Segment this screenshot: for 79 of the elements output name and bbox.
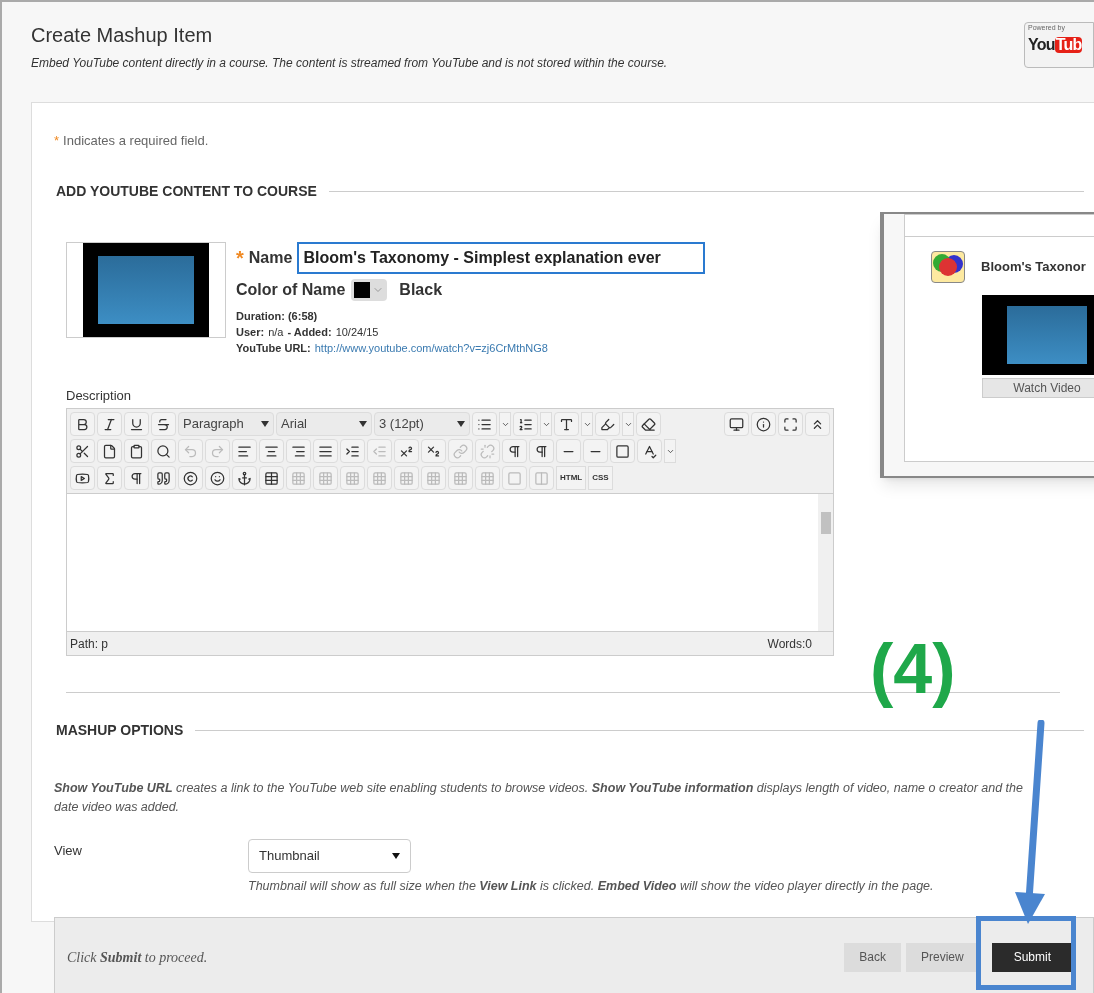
youtube-icon[interactable]: [70, 466, 95, 490]
required-mark: *: [54, 132, 60, 150]
caret-icon: [457, 421, 465, 427]
scrollbar[interactable]: [818, 494, 833, 631]
preview-title: Bloom's Taxonor: [981, 257, 1086, 276]
formula-icon[interactable]: [97, 466, 122, 490]
paste-icon[interactable]: [124, 439, 149, 463]
caret-icon: [359, 421, 367, 427]
format-select[interactable]: Paragraph: [178, 412, 274, 436]
view-label: View: [54, 842, 83, 860]
submit-note: Click Submit to proceed.: [67, 948, 208, 967]
name-label: Name: [248, 247, 293, 268]
youtube-url-link[interactable]: http://www.youtube.com/watch?v=zj6CrMthNG8: [314, 339, 548, 356]
user-value: n/a: [268, 324, 284, 340]
required-mark: *: [236, 245, 244, 271]
section-heading: MASHUP OPTIONS: [56, 721, 184, 740]
format-select[interactable]: Arial: [276, 412, 372, 436]
color-picker[interactable]: [351, 278, 388, 301]
options-help-text: Show YouTube URL creates a link to the YouTube web site enabling students to browse videos. Show YouTube information displays length of video, name o creator and the date video was added.: [54, 780, 1024, 816]
monitor-icon[interactable]: [724, 412, 749, 436]
align-justify-icon[interactable]: [313, 439, 338, 463]
section-heading: ADD YOUTUBE CONTENT TO COURSE: [56, 181, 317, 201]
editor-path: Path: p: [70, 635, 109, 653]
url-label: YouTube URL:: [236, 340, 311, 356]
underline-icon[interactable]: [124, 412, 149, 436]
anchor-icon[interactable]: [232, 466, 257, 490]
eraser-icon[interactable]: [636, 412, 661, 436]
form-button[interactable]: Preview: [905, 942, 979, 972]
align-right-icon[interactable]: [286, 439, 311, 463]
watch-video-button[interactable]: Watch Video: [982, 377, 1094, 398]
color-value: Black: [399, 279, 443, 300]
pilcrow-icon[interactable]: [124, 466, 149, 490]
indent-icon[interactable]: [340, 439, 365, 463]
bullet-list-icon[interactable]: [472, 412, 497, 436]
table-icon[interactable]: [259, 466, 284, 490]
view-select[interactable]: Thumbnail: [248, 839, 411, 873]
code-view-button[interactable]: HTML: [556, 466, 587, 490]
mashup-icon: [931, 250, 965, 283]
highlighter-icon[interactable]: [595, 412, 620, 436]
copyright-icon[interactable]: [178, 466, 203, 490]
added-label: - Added:: [287, 324, 332, 340]
cell-icon[interactable]: [502, 466, 527, 490]
subscript-icon[interactable]: [421, 439, 446, 463]
fullscreen-icon[interactable]: [778, 412, 803, 436]
strikethrough-icon[interactable]: [151, 412, 176, 436]
duration-text: Duration: (6:58): [236, 308, 319, 324]
code-view-button[interactable]: CSS: [588, 466, 613, 490]
caret-icon: [261, 421, 269, 427]
user-label: User:: [236, 324, 265, 340]
name-input[interactable]: Bloom's Taxonomy - Simplest explanation ever: [297, 241, 706, 274]
info-icon[interactable]: [751, 412, 776, 436]
spellcheck-icon[interactable]: [637, 439, 662, 463]
align-center-icon[interactable]: [259, 439, 284, 463]
table-cell-icon[interactable]: [313, 466, 338, 490]
superscript-icon[interactable]: [394, 439, 419, 463]
align-left-icon[interactable]: [232, 439, 257, 463]
collapse-icon[interactable]: [805, 412, 830, 436]
text-color-icon[interactable]: [554, 412, 579, 436]
search-icon[interactable]: [151, 439, 176, 463]
smiley-icon[interactable]: [205, 466, 230, 490]
format-select[interactable]: 3 (12pt): [374, 412, 470, 436]
view-hint: Thumbnail will show as full size when the View Link is clicked. Embed Video will show the video player directly in the page.: [248, 878, 934, 895]
page-subtitle: Embed YouTube content directly in a course. The content is streamed from YouTube and is not stored within the course.: [31, 55, 668, 72]
required-note: Indicates a required field.: [63, 132, 209, 150]
quote-icon[interactable]: [151, 466, 176, 490]
submit-button[interactable]: Submit: [991, 942, 1073, 972]
description-label: Description: [66, 386, 133, 405]
caret-icon: [392, 853, 400, 859]
split-cells-icon[interactable]: [529, 466, 554, 490]
cut-icon[interactable]: [70, 439, 95, 463]
numbered-list-icon[interactable]: [513, 412, 538, 436]
bold-icon[interactable]: [70, 412, 95, 436]
page-icon[interactable]: [97, 439, 122, 463]
form-button[interactable]: Back: [844, 942, 901, 972]
added-value: 10/24/15: [335, 324, 379, 340]
word-count: Words:0: [767, 635, 812, 653]
page-title: Create Mashup Item: [31, 23, 214, 48]
italic-icon[interactable]: [97, 412, 122, 436]
color-label: Color of Name: [236, 279, 346, 300]
